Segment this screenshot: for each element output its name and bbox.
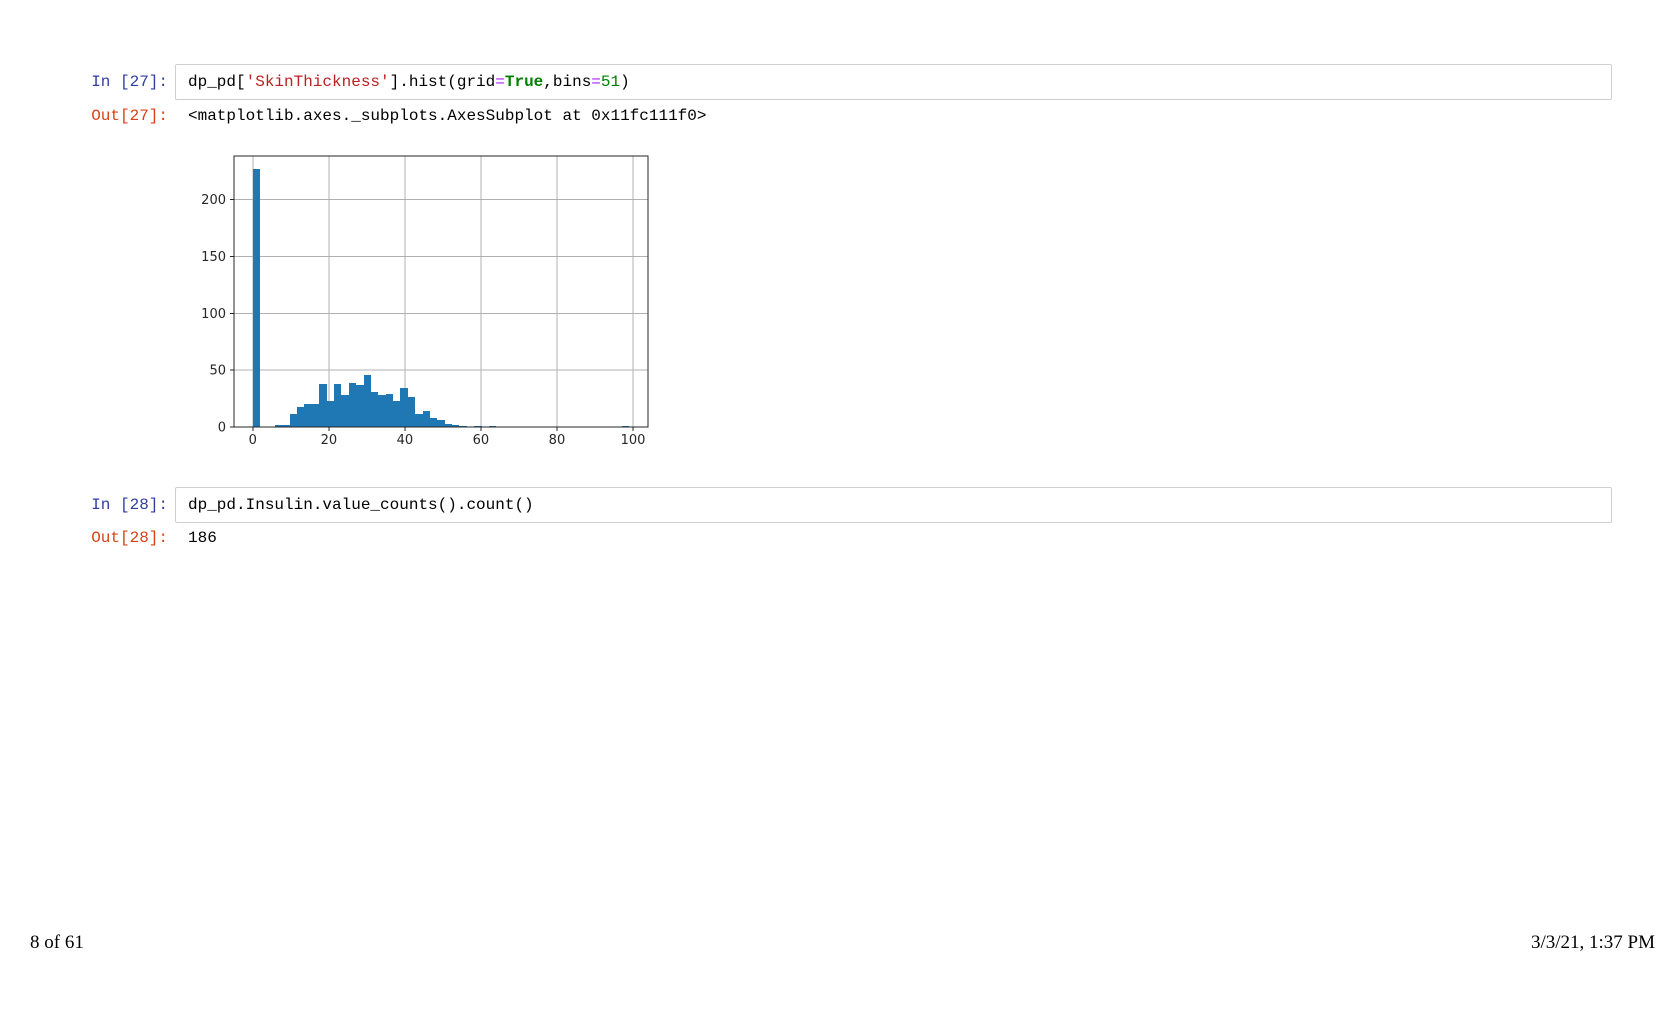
svg-text:50: 50 <box>209 364 226 379</box>
code-cell-27[interactable]: dp_pd['SkinThickness'].hist(grid=True,bi… <box>175 64 1612 100</box>
code-token-plain: dp_pd[ <box>188 73 246 91</box>
code-token-operator: = <box>591 73 601 91</box>
svg-text:100: 100 <box>621 433 646 448</box>
chart-grid-group <box>234 156 648 428</box>
code-line-28: dp_pd.Insulin.value_counts().count() <box>188 488 534 522</box>
histogram-chart: 0 20 40 60 80 100 0 50 100 150 200 <box>201 155 649 448</box>
svg-text:100: 100 <box>201 307 226 322</box>
code-token-plain: ,bins <box>543 73 592 91</box>
chart-bars-group <box>253 169 629 427</box>
svg-text:60: 60 <box>473 433 490 448</box>
output-prompt-28: Out[28]: <box>91 529 168 547</box>
input-prompt-27: In [27]: <box>91 73 168 91</box>
code-token-string: 'SkinThickness' <box>245 73 390 91</box>
code-token-plain: ) <box>620 73 630 91</box>
svg-text:200: 200 <box>201 193 226 208</box>
code-token-number: 51 <box>600 73 621 91</box>
svg-text:20: 20 <box>321 433 338 448</box>
output-prompt-27: Out[27]: <box>91 107 168 125</box>
output-repr-27: <matplotlib.axes._subplots.AxesSubplot a… <box>188 107 707 125</box>
code-token-operator: = <box>495 73 505 91</box>
svg-text:0: 0 <box>249 433 257 448</box>
code-token-keyword: True <box>504 73 544 91</box>
svg-text:40: 40 <box>397 433 414 448</box>
svg-text:0: 0 <box>218 421 226 436</box>
code-line-27: dp_pd['SkinThickness'].hist(grid=True,bi… <box>188 65 630 99</box>
chart-ticklabels-group: 0 20 40 60 80 100 0 50 100 150 200 <box>201 193 645 448</box>
code-cell-28[interactable]: dp_pd.Insulin.value_counts().count() <box>175 487 1612 523</box>
print-timestamp: 3/3/21, 1:37 PM <box>1530 932 1655 953</box>
svg-text:80: 80 <box>549 433 566 448</box>
notebook-print-page: In [27]: dp_pd['SkinThickness'].hist(gri… <box>0 0 1680 1020</box>
input-prompt-28: In [28]: <box>91 496 168 514</box>
code-token-plain: dp_pd.Insulin.value_counts().count() <box>188 496 534 514</box>
code-token-plain: ].hist(grid <box>389 73 496 91</box>
output-value-28: 186 <box>188 529 217 547</box>
svg-text:150: 150 <box>201 250 226 265</box>
chart-axes-group <box>230 155 649 431</box>
page-number: 8 of 61 <box>30 932 84 953</box>
